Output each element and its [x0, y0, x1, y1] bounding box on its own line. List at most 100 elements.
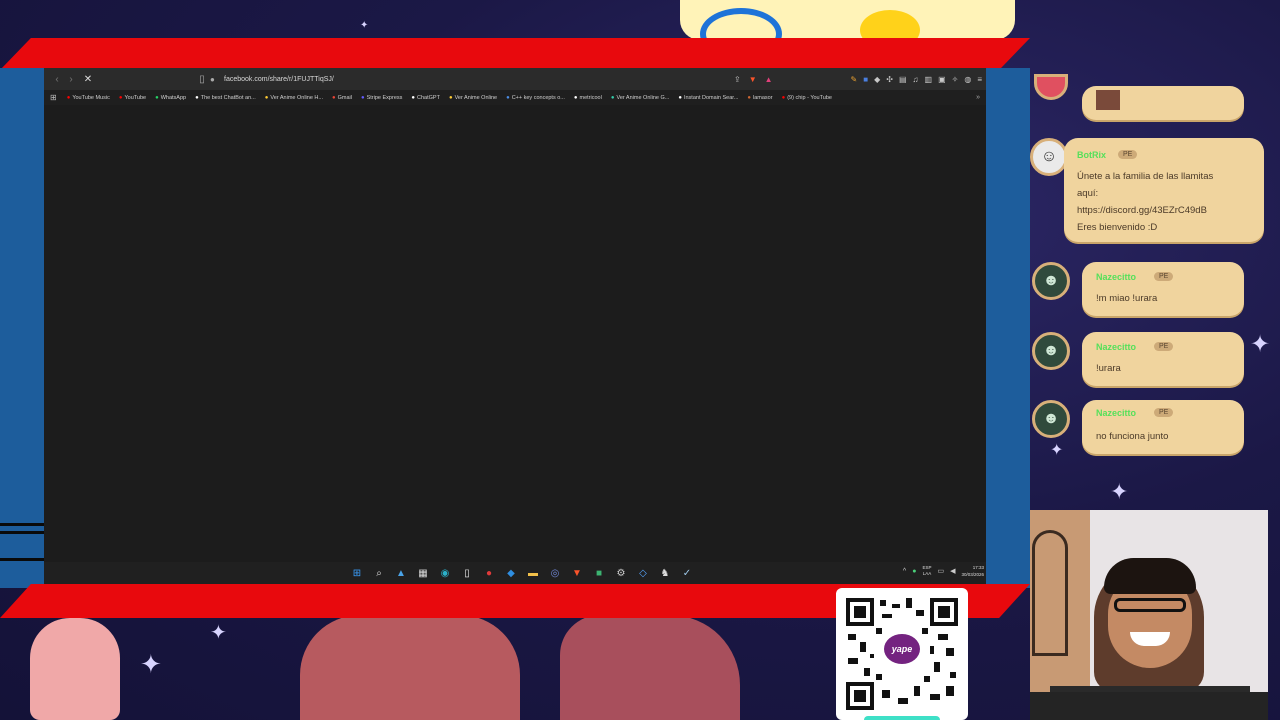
vscode-icon[interactable]: ◆	[504, 566, 518, 580]
avatar: ☻	[1032, 400, 1070, 438]
windows-start-icon[interactable]: ⊞	[350, 566, 364, 580]
app-lion-icon[interactable]: ♞	[658, 566, 672, 580]
blue-extension-icon[interactable]: ■	[863, 75, 868, 84]
qr-tab	[864, 716, 940, 720]
chat-message: Nazecitto PE !urara	[1082, 332, 1244, 386]
brave-rewards-icon[interactable]: ▲	[765, 75, 773, 84]
pen-extension-icon[interactable]: ✎	[851, 75, 858, 84]
share-icon[interactable]: ⇪	[734, 75, 741, 84]
settings-icon[interactable]: ⚙	[614, 566, 628, 580]
chat-message-text: Únete a la familia de las llamitas aquí:…	[1077, 168, 1213, 236]
reader-icon[interactable]: ▤	[899, 75, 907, 84]
bookmark-item[interactable]: ● lamasor	[747, 95, 772, 101]
sparkle-icon: ✦	[1250, 330, 1271, 358]
bookmark-item[interactable]: ● Instant Domain Sear...	[678, 95, 738, 101]
steam-icon[interactable]: ✓	[680, 566, 694, 580]
file-icon[interactable]: ▯	[460, 566, 474, 580]
brave-shields-icon[interactable]: ▼	[749, 75, 757, 84]
clock[interactable]: 17:33 30/03/2026	[961, 564, 984, 578]
calculator-icon[interactable]: ▦	[416, 566, 430, 580]
app-red-icon[interactable]: ●	[482, 566, 496, 580]
forward-icon[interactable]: ›	[64, 74, 78, 85]
sparkle-icon: ✦	[1110, 480, 1129, 505]
bookmark-item[interactable]: ● YouTube Music	[67, 95, 110, 101]
search-icon[interactable]: ⌕	[372, 566, 386, 580]
youtube-icon: ●	[118, 94, 123, 101]
edge-icon[interactable]: ◉	[438, 566, 452, 580]
chat-username: Nazecitto	[1096, 342, 1137, 352]
bookmark-item[interactable]: ● Ver Anime Online	[449, 95, 497, 101]
chat-message-text: no funciona junto	[1096, 431, 1169, 442]
cpp-icon: ●	[506, 94, 510, 101]
address-bar[interactable]: ● facebook.com/share/r/1FUJTTiqSJ/ ⇪ ▼ ▲	[210, 71, 843, 87]
display-icon[interactable]: ▭	[937, 567, 944, 575]
chat-message-text: !m miao !urara	[1096, 293, 1158, 304]
ai-assistant-icon[interactable]: ✧	[952, 75, 959, 84]
volume-icon[interactable]: ◀	[950, 567, 955, 575]
chevron-up-icon[interactable]: ^	[903, 568, 906, 575]
bookmark-label: WhatsApp	[160, 94, 187, 101]
anime-icon: ●	[610, 94, 615, 101]
media-icon[interactable]: ♫	[913, 75, 919, 84]
sparkle-icon: ✦	[140, 650, 162, 680]
bookmark-item[interactable]: ● Ver Anime Online G...	[611, 95, 670, 101]
sparkle-icon: ✦	[360, 20, 369, 31]
bookmark-item[interactable]: ● WhatsApp	[155, 95, 186, 101]
chat-message: Nazecitto PE no funciona junto	[1082, 400, 1244, 454]
bookmark-item[interactable]: ● metricool	[574, 95, 602, 101]
puzzle-extension-icon[interactable]: ✣	[886, 75, 893, 84]
bookmark-item[interactable]: ● Stripe Express	[361, 95, 402, 101]
app-blue-icon[interactable]: ◇	[636, 566, 650, 580]
whatsapp-icon: ●	[155, 94, 159, 101]
blue-frame-left	[0, 68, 44, 588]
language-indicator[interactable]: ESP LAA	[922, 565, 931, 577]
bookmark-item[interactable]: ● The best ChatBot an...	[195, 95, 256, 101]
bookmark-item[interactable]: ● C++ key concepts o...	[506, 95, 565, 101]
more-bookmarks-icon[interactable]: »	[976, 94, 980, 101]
tab-search-icon[interactable]: ▣	[938, 75, 946, 84]
bookmark-label: C++ key concepts o...	[511, 94, 565, 101]
red-frame-top	[0, 38, 1030, 70]
back-icon[interactable]: ‹	[50, 74, 64, 85]
anime-icon: ●	[448, 94, 453, 101]
anime-icon: ●	[264, 94, 269, 101]
metricool-icon: ●	[573, 94, 578, 101]
chat-line: aquí:	[1077, 188, 1099, 199]
system-tray: ^ ● ESP LAA ▭ ◀ 17:33 30/03/2026	[903, 564, 984, 578]
site-info-icon[interactable]: ●	[210, 75, 224, 84]
blue-frame-right	[986, 68, 1030, 588]
chat-message-text: !urara	[1096, 363, 1121, 374]
bookmark-item[interactable]: ● (9) chip - YouTube	[782, 95, 832, 101]
chatbot-icon: ●	[195, 94, 199, 101]
chatgpt-icon: ●	[411, 94, 415, 101]
menu-icon[interactable]: ≡	[977, 75, 982, 84]
bookmark-item[interactable]: ● Ver Anime Online H...	[265, 95, 323, 101]
microphone-icon[interactable]: ●	[912, 568, 916, 575]
bookmark-label: Gmail	[337, 94, 352, 101]
diamond-extension-icon[interactable]: ◆	[874, 75, 880, 84]
url-text[interactable]: facebook.com/share/r/1FUJTTiqSJ/	[224, 76, 734, 83]
chat-badge: PE	[1118, 150, 1138, 159]
file-explorer-icon[interactable]: ▬	[526, 566, 540, 580]
app-green-icon[interactable]: ■	[592, 566, 606, 580]
stop-loading-icon[interactable]: ✕	[78, 74, 98, 85]
brave-icon[interactable]: ▼	[570, 566, 584, 580]
bookmark-item[interactable]: ● YouTube	[119, 95, 146, 101]
bookmark-label: Ver Anime Online G...	[616, 94, 670, 101]
avatar: ☻	[1032, 332, 1070, 370]
discord-icon[interactable]: ◎	[548, 566, 562, 580]
page-content-loading[interactable]	[44, 105, 986, 562]
photos-icon[interactable]: ▲	[394, 566, 408, 580]
apps-grid-icon[interactable]: ⊞	[50, 93, 57, 102]
bookmark-item[interactable]: ● Gmail	[332, 95, 352, 101]
vpn-icon[interactable]: ◍	[964, 75, 971, 84]
bookmark-item[interactable]: ● ChatGPT	[411, 95, 440, 101]
chat-link[interactable]: https://discord.gg/43EZrC49dB	[1077, 202, 1213, 219]
gmail-icon: ●	[331, 94, 336, 101]
sidebar-icon[interactable]: ▥	[925, 75, 933, 84]
chat-message: BotRix PE Únete a la familia de las llam…	[1064, 138, 1264, 242]
chat-line: Únete a la familia de las llamitas	[1077, 171, 1214, 182]
bookmark-label: ChatGPT	[417, 94, 440, 101]
bookmark-icon[interactable]: ▯	[194, 74, 210, 85]
extension-icons: ✎ ■ ◆ ✣ ▤ ♫ ▥ ▣ ✧ ◍ ≡	[851, 75, 986, 84]
